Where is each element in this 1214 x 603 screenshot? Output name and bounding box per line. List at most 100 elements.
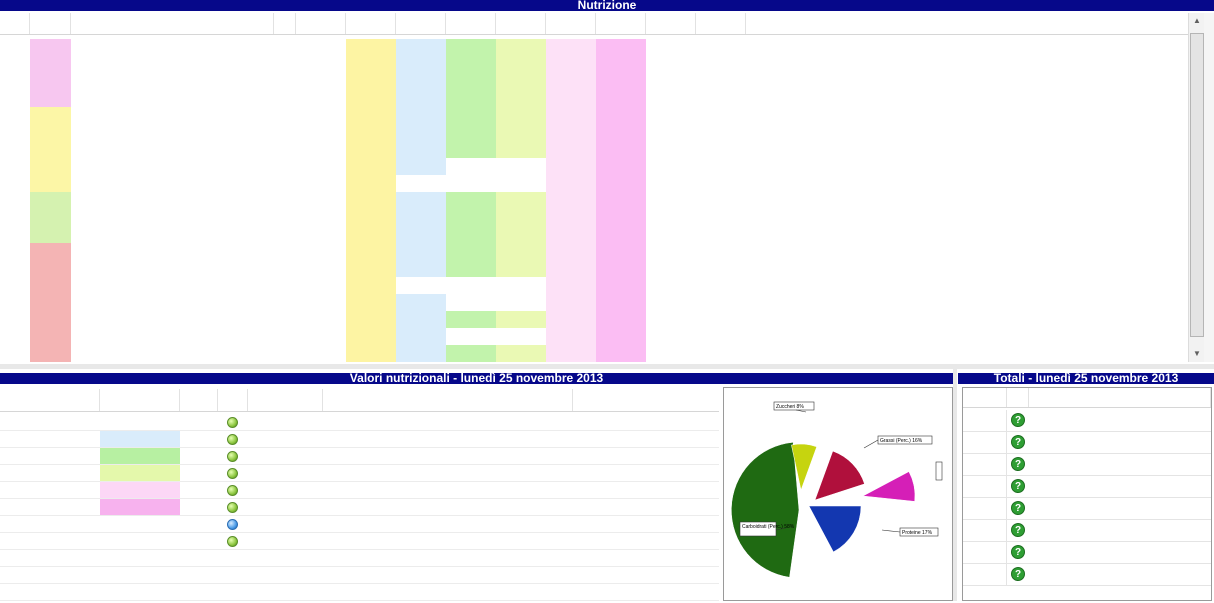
column-header-12[interactable] bbox=[696, 13, 746, 34]
column-header-6[interactable] bbox=[396, 13, 446, 34]
table-row[interactable] bbox=[0, 90, 1188, 107]
help-icon[interactable]: ? bbox=[1011, 545, 1025, 559]
valori-grid[interactable] bbox=[0, 389, 719, 601]
column-header-2[interactable] bbox=[180, 389, 218, 411]
help-icon[interactable]: ? bbox=[1011, 567, 1025, 581]
table-cell bbox=[546, 226, 596, 243]
table-row[interactable] bbox=[0, 175, 1188, 192]
table-row[interactable] bbox=[0, 328, 1188, 345]
totali-grid[interactable]: ???????? bbox=[963, 388, 1211, 600]
table-cell bbox=[596, 328, 646, 345]
table-cell bbox=[0, 277, 30, 294]
help-icon[interactable]: ? bbox=[1011, 523, 1025, 537]
column-header-5[interactable] bbox=[323, 389, 573, 411]
table-cell bbox=[274, 226, 296, 243]
table-cell bbox=[496, 328, 546, 345]
row-divider bbox=[0, 498, 719, 499]
table-cell bbox=[296, 277, 346, 294]
table-row[interactable]: ? bbox=[963, 564, 1211, 586]
column-header-7[interactable] bbox=[446, 13, 496, 34]
column-header-1[interactable] bbox=[1007, 388, 1029, 407]
splitter-vertical[interactable] bbox=[953, 369, 957, 601]
table-cell bbox=[496, 226, 546, 243]
column-header-3[interactable] bbox=[274, 13, 296, 34]
table-row[interactable]: ? bbox=[963, 498, 1211, 520]
column-header-9[interactable] bbox=[546, 13, 596, 34]
table-cell bbox=[71, 107, 274, 124]
column-header-8[interactable] bbox=[496, 13, 546, 34]
table-row[interactable] bbox=[0, 465, 719, 482]
table-row[interactable] bbox=[0, 73, 1188, 90]
nutrizione-header-row bbox=[0, 13, 1188, 35]
scrollbar-thumb[interactable] bbox=[1190, 33, 1204, 337]
vertical-scrollbar[interactable]: ▲ ▼ bbox=[1188, 13, 1205, 362]
table-row[interactable] bbox=[0, 158, 1188, 175]
pie-label-proteine: Proteine 17% bbox=[902, 530, 933, 536]
table-row[interactable] bbox=[0, 294, 1188, 311]
table-cell bbox=[446, 345, 496, 362]
column-header-11[interactable] bbox=[646, 13, 696, 34]
column-header-2[interactable] bbox=[1029, 388, 1211, 407]
table-row[interactable] bbox=[0, 209, 1188, 226]
table-row[interactable] bbox=[0, 243, 1188, 260]
table-row[interactable]: ? bbox=[963, 542, 1211, 564]
table-row[interactable] bbox=[0, 431, 719, 448]
table-row[interactable]: ? bbox=[963, 432, 1211, 454]
table-cell bbox=[396, 311, 446, 328]
table-cell bbox=[596, 158, 646, 175]
column-header-10[interactable] bbox=[596, 13, 646, 34]
table-row[interactable] bbox=[0, 56, 1188, 73]
help-icon[interactable]: ? bbox=[1011, 457, 1025, 471]
column-header-4[interactable] bbox=[248, 389, 323, 411]
scroll-up-icon[interactable]: ▲ bbox=[1189, 13, 1205, 29]
help-icon[interactable]: ? bbox=[1011, 435, 1025, 449]
table-row[interactable] bbox=[0, 533, 719, 550]
table-cell bbox=[596, 311, 646, 328]
table-cell bbox=[646, 243, 696, 260]
help-icon[interactable]: ? bbox=[1011, 479, 1025, 493]
column-header-0[interactable] bbox=[0, 13, 30, 34]
table-row[interactable] bbox=[0, 516, 719, 533]
nutrizione-grid[interactable]: ▲ ▼ bbox=[0, 13, 1214, 362]
table-cell bbox=[446, 141, 496, 158]
table-row[interactable] bbox=[0, 499, 719, 516]
table-cell bbox=[296, 141, 346, 158]
table-row[interactable] bbox=[0, 226, 1188, 243]
table-row[interactable]: ? bbox=[963, 454, 1211, 476]
splitter[interactable] bbox=[0, 364, 1214, 369]
table-row[interactable] bbox=[0, 124, 1188, 141]
table-cell bbox=[274, 311, 296, 328]
table-cell bbox=[346, 158, 396, 175]
pie-slice-proteine bbox=[808, 505, 862, 553]
column-header-1[interactable] bbox=[100, 389, 180, 411]
table-cell bbox=[496, 192, 546, 209]
table-row[interactable] bbox=[0, 192, 1188, 209]
table-row[interactable] bbox=[0, 345, 1188, 362]
table-row[interactable]: ? bbox=[963, 520, 1211, 542]
table-row[interactable] bbox=[0, 260, 1188, 277]
pie-label-box-grassi-saturi bbox=[935, 461, 943, 481]
column-header-1[interactable] bbox=[30, 13, 71, 34]
column-header-2[interactable] bbox=[71, 13, 274, 34]
scroll-down-icon[interactable]: ▼ bbox=[1189, 346, 1205, 362]
help-icon[interactable]: ? bbox=[1011, 501, 1025, 515]
table-row[interactable] bbox=[0, 414, 719, 431]
table-row[interactable] bbox=[0, 107, 1188, 124]
table-row[interactable] bbox=[0, 39, 1188, 56]
column-header-0[interactable] bbox=[0, 389, 100, 411]
table-cell bbox=[274, 192, 296, 209]
help-icon[interactable]: ? bbox=[1011, 413, 1025, 427]
table-row[interactable]: ? bbox=[963, 476, 1211, 498]
table-row[interactable]: ? bbox=[963, 410, 1211, 432]
table-row[interactable] bbox=[0, 311, 1188, 328]
macronutrient-pie-chart: Zuccheri 8% Grassi (Perc.) 16% Carboidrati… bbox=[731, 401, 943, 578]
table-row[interactable] bbox=[0, 141, 1188, 158]
column-header-5[interactable] bbox=[346, 13, 396, 34]
table-row[interactable] bbox=[0, 482, 719, 499]
column-header-4[interactable] bbox=[296, 13, 346, 34]
table-row[interactable] bbox=[0, 448, 719, 465]
table-row[interactable] bbox=[0, 277, 1188, 294]
table-cell bbox=[0, 124, 30, 141]
column-header-0[interactable] bbox=[963, 388, 1007, 407]
column-header-3[interactable] bbox=[218, 389, 248, 411]
